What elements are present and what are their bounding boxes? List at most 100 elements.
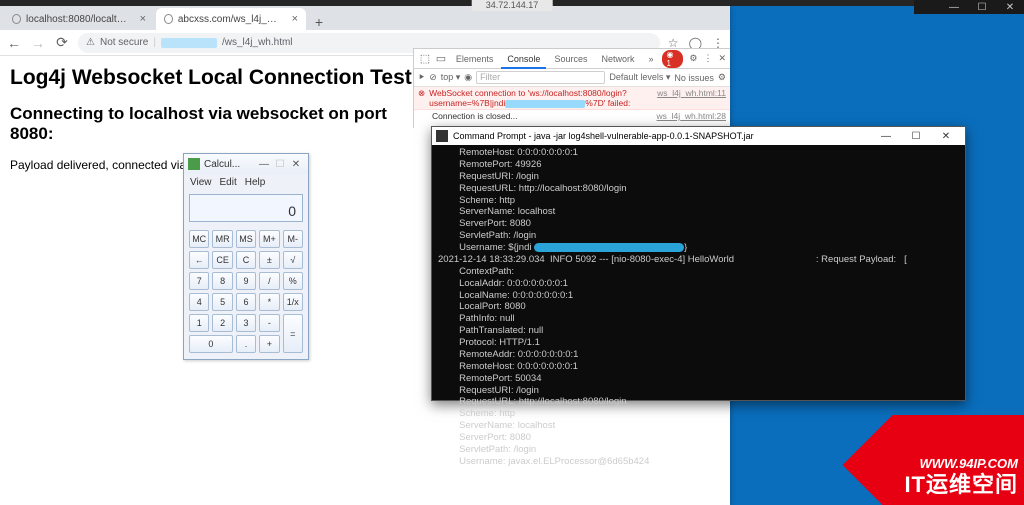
inspect-icon[interactable]: ⬚ — [418, 52, 432, 65]
issues-link[interactable]: No issues — [674, 73, 714, 83]
key-ce[interactable]: CE — [212, 251, 232, 269]
error-message: WebSocket connection to 'ws://localhost:… — [429, 88, 653, 108]
key-sqrt[interactable]: √ — [283, 251, 303, 269]
sidebar-toggle-icon[interactable]: ⯈ — [418, 72, 425, 83]
watermark-text: IT运维空间 — [904, 467, 1018, 499]
menu-view[interactable]: View — [190, 177, 212, 188]
live-expression-icon[interactable]: ◉ — [464, 72, 472, 83]
tab-elements[interactable]: Elements — [450, 49, 500, 69]
tab-title: localhost:8080/localtesttest — [26, 14, 132, 25]
gear-icon[interactable]: ⚙ — [718, 72, 726, 83]
log-levels-selector[interactable]: Default levels ▾ — [609, 72, 670, 83]
menu-help[interactable]: Help — [245, 177, 266, 188]
tab-console[interactable]: Console — [501, 49, 546, 69]
cmd-icon — [436, 130, 448, 142]
tab-sources[interactable]: Sources — [548, 49, 593, 69]
error-count-badge[interactable]: ◉ 1 — [662, 50, 684, 68]
menu-edit[interactable]: Edit — [220, 177, 237, 188]
page-heading-2: Connecting to localhost via websocket on… — [10, 104, 390, 144]
key-0[interactable]: 0 — [189, 335, 233, 353]
calculator-title: Calcul... — [204, 159, 256, 170]
key-5[interactable]: 5 — [212, 293, 232, 311]
key-7[interactable]: 7 — [189, 272, 209, 290]
key-pct[interactable]: % — [283, 272, 303, 290]
key-mplus[interactable]: M+ — [259, 230, 279, 248]
key-mminus[interactable]: M- — [283, 230, 303, 248]
key-2[interactable]: 2 — [212, 314, 232, 332]
console-log: ⊗ WebSocket connection to 'ws://localhos… — [414, 87, 730, 122]
key-mc[interactable]: MC — [189, 230, 209, 248]
key-1[interactable]: 1 — [189, 314, 209, 332]
close-button[interactable]: ✕ — [996, 2, 1024, 13]
maximize-button[interactable]: ☐ — [901, 131, 931, 142]
key-8[interactable]: 8 — [212, 272, 232, 290]
gear-icon[interactable]: ⚙ — [689, 53, 697, 64]
close-icon[interactable]: ✕ — [718, 53, 726, 64]
chrome-devtools: ⬚ ▭ Elements Console Sources Network » ◉… — [413, 48, 730, 128]
calculator-menu: View Edit Help — [184, 174, 308, 190]
key-3[interactable]: 3 — [236, 314, 256, 332]
error-icon: ⊗ — [418, 88, 425, 108]
not-secure-label: Not secure — [100, 37, 148, 48]
tab-title: abcxss.com/ws_l4j_wh.html — [178, 14, 284, 25]
key-c[interactable]: C — [236, 251, 256, 269]
new-tab-button[interactable]: + — [308, 14, 330, 30]
key-back[interactable]: ← — [189, 251, 209, 269]
calculator-window: Calcul... — ☐ ✕ View Edit Help 0 MC MR M… — [183, 153, 309, 360]
cmd-title-text: Command Prompt - java -jar log4shell-vul… — [453, 131, 871, 141]
tab-strip: localhost:8080/localtesttest × abcxss.co… — [0, 6, 730, 30]
key-recip[interactable]: 1/x — [283, 293, 303, 311]
key-neg[interactable]: ± — [259, 251, 279, 269]
redacted-domain — [161, 38, 217, 48]
globe-icon — [12, 14, 21, 24]
console-error-row[interactable]: ⊗ WebSocket connection to 'ws://localhos… — [414, 87, 730, 110]
tab-abcxss[interactable]: abcxss.com/ws_l4j_wh.html × — [156, 8, 306, 30]
minimize-button[interactable]: — — [940, 2, 968, 13]
url-path: /ws_l4j_wh.html — [222, 37, 293, 48]
devtools-tab-bar: ⬚ ▭ Elements Console Sources Network » ◉… — [414, 49, 730, 69]
calculator-icon — [188, 158, 200, 170]
filter-input[interactable]: Filter — [476, 71, 605, 84]
kebab-icon[interactable]: ⋮ — [703, 53, 712, 64]
key-mr[interactable]: MR — [212, 230, 232, 248]
context-selector[interactable]: top ▾ — [441, 72, 461, 83]
command-prompt-window: Command Prompt - java -jar log4shell-vul… — [431, 126, 966, 401]
clear-icon[interactable]: ⊘ — [429, 72, 437, 83]
warning-icon: ⚠ — [86, 37, 95, 48]
key-mul[interactable]: * — [259, 293, 279, 311]
key-div[interactable]: / — [259, 272, 279, 290]
maximize-button[interactable]: ☐ — [968, 2, 996, 13]
close-icon[interactable]: × — [140, 13, 146, 25]
key-dot[interactable]: . — [236, 335, 256, 353]
maximize-button: ☐ — [272, 159, 288, 170]
close-button[interactable]: ✕ — [931, 131, 961, 142]
key-9[interactable]: 9 — [236, 272, 256, 290]
vm-ip-badge: 34.72.144.17 — [472, 0, 553, 11]
cmd-titlebar[interactable]: Command Prompt - java -jar log4shell-vul… — [432, 127, 965, 145]
forward-button[interactable]: → — [30, 35, 46, 51]
reload-button[interactable]: ⟳ — [54, 34, 70, 51]
key-sub[interactable]: - — [259, 314, 279, 332]
calculator-titlebar[interactable]: Calcul... — ☐ ✕ — [184, 154, 308, 174]
tab-more[interactable]: » — [642, 49, 659, 69]
source-link[interactable]: ws_l4j_wh.html:28 — [657, 111, 726, 121]
key-add[interactable]: + — [259, 335, 279, 353]
calculator-keypad: MC MR MS M+ M- ← CE C ± √ 7 8 9 / % 4 5 … — [184, 226, 308, 359]
key-4[interactable]: 4 — [189, 293, 209, 311]
tab-network[interactable]: Network — [595, 49, 640, 69]
source-link[interactable]: ws_l4j_wh.html:11 — [657, 88, 726, 108]
tab-localhost[interactable]: localhost:8080/localtesttest × — [4, 8, 154, 30]
log-message: Connection is closed... — [418, 111, 653, 121]
minimize-button[interactable]: — — [256, 159, 272, 170]
key-eq[interactable]: = — [283, 314, 303, 353]
key-ms[interactable]: MS — [236, 230, 256, 248]
console-info-row[interactable]: Connection is closed... ws_l4j_wh.html:2… — [414, 110, 730, 122]
device-icon[interactable]: ▭ — [434, 52, 448, 65]
calculator-display: 0 — [189, 194, 303, 222]
back-button[interactable]: ← — [6, 35, 22, 51]
close-button[interactable]: ✕ — [288, 159, 304, 170]
key-6[interactable]: 6 — [236, 293, 256, 311]
watermark-corner: WWW.94IP.COM IT运维空间 — [834, 415, 1024, 505]
close-icon[interactable]: × — [292, 13, 298, 25]
minimize-button[interactable]: — — [871, 131, 901, 142]
